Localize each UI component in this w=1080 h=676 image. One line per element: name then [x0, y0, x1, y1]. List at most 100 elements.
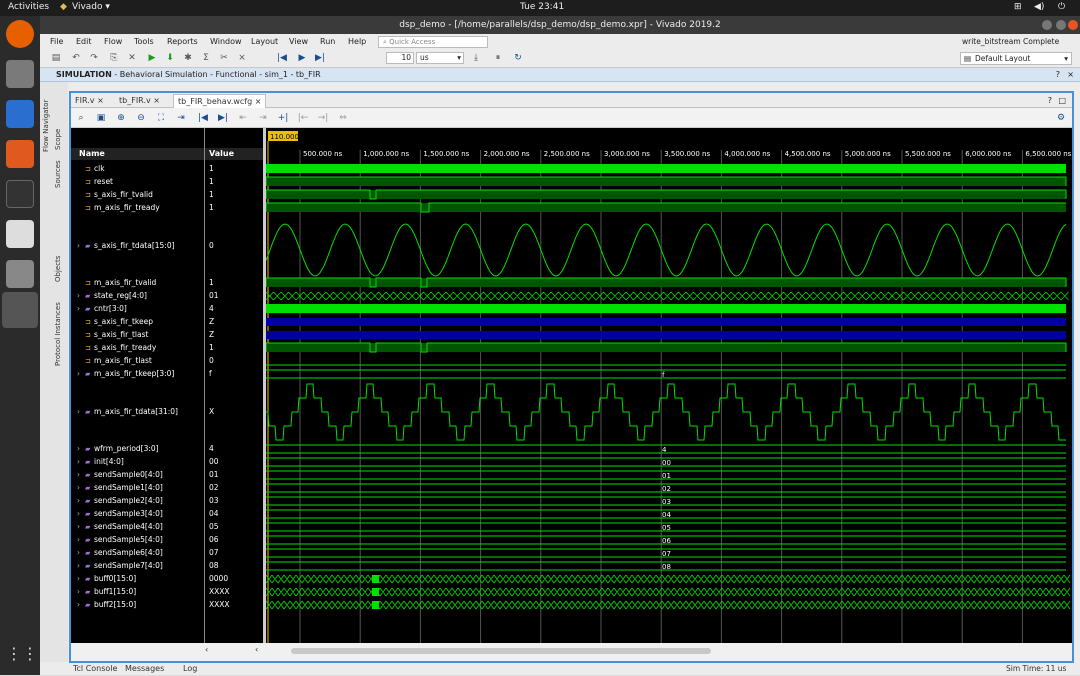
menu-layout[interactable]: Layout: [251, 37, 278, 46]
signal-row[interactable]: › ▰ state_reg[4:0]: [71, 290, 204, 302]
waveform-canvas[interactable]: 500.000 ns 1,000.000 ns 1,500.000 ns 2,000.…: [266, 128, 1072, 643]
expand-icon[interactable]: ›: [77, 508, 85, 520]
pause-icon[interactable]: ⏸: [492, 52, 504, 64]
next-transition-icon[interactable]: ⇥: [257, 112, 269, 124]
signal-row[interactable]: › ▰ s_axis_fir_tdata[15:0]: [71, 240, 204, 252]
scrollbar-thumb[interactable]: [291, 648, 711, 654]
value-header[interactable]: Value: [205, 148, 263, 160]
run-for-icon[interactable]: ▶|: [314, 52, 326, 64]
expand-icon[interactable]: ›: [77, 599, 85, 611]
help-icon[interactable]: ?: [1048, 96, 1052, 105]
signal-row[interactable]: › ▰ buff2[15:0]: [71, 599, 204, 611]
zoom-in-icon[interactable]: ⊕: [115, 112, 127, 124]
name-header[interactable]: Name: [71, 148, 204, 160]
signal-row[interactable]: ⊐ s_axis_fir_tkeep: [71, 316, 204, 328]
menu-help[interactable]: Help: [348, 37, 366, 46]
save-icon[interactable]: ▣: [95, 112, 107, 124]
maximize-panel-icon[interactable]: □: [1058, 96, 1066, 105]
close-icon[interactable]: ×: [153, 96, 160, 105]
expand-icon[interactable]: ›: [77, 547, 85, 559]
menu-view[interactable]: View: [289, 37, 308, 46]
program-icon[interactable]: ⬇: [164, 52, 176, 64]
zoom-fit-icon[interactable]: ⛶: [155, 112, 167, 124]
next-marker-icon[interactable]: →|: [317, 112, 329, 124]
help-icon[interactable]: ?: [1056, 68, 1060, 82]
relaunch-icon[interactable]: ↻: [512, 52, 524, 64]
terminal-icon[interactable]: [6, 180, 34, 208]
redo-icon[interactable]: ↷: [88, 52, 100, 64]
expand-icon[interactable]: ›: [77, 521, 85, 533]
signal-row[interactable]: › ▰ m_axis_fir_tkeep[3:0]: [71, 368, 204, 380]
vivado-dock-icon[interactable]: [2, 292, 38, 328]
signal-row[interactable]: ⊐ s_axis_fir_tready: [71, 342, 204, 354]
scroll-left-icon[interactable]: ‹: [255, 645, 258, 654]
signal-row[interactable]: ⊐ m_axis_fir_tready: [71, 202, 204, 214]
copy-icon[interactable]: ⎘: [108, 52, 120, 64]
clock[interactable]: Tue 23:41: [520, 2, 564, 12]
signal-row[interactable]: › ▰ buff1[15:0]: [71, 586, 204, 598]
signal-row[interactable]: › ▰ sendSample4[4:0]: [71, 521, 204, 533]
cross-icon[interactable]: ⨯: [236, 52, 248, 64]
expand-icon[interactable]: ›: [77, 456, 85, 468]
menu-run[interactable]: Run: [320, 37, 335, 46]
menu-file[interactable]: File: [50, 37, 63, 46]
tab-messages[interactable]: Messages: [121, 664, 168, 673]
tab-fir-v[interactable]: FIR.v ×: [71, 94, 108, 108]
expand-icon[interactable]: ›: [77, 240, 85, 252]
prev-transition-icon[interactable]: ⇤: [237, 112, 249, 124]
signal-row[interactable]: › ▰ buff0[15:0]: [71, 573, 204, 585]
add-marker-icon[interactable]: +|: [277, 112, 289, 124]
expand-icon[interactable]: ›: [77, 443, 85, 455]
restart-icon[interactable]: |◀: [276, 52, 288, 64]
gear-icon[interactable]: ⚙: [1055, 112, 1067, 124]
expand-icon[interactable]: ›: [77, 482, 85, 494]
power-icon[interactable]: ⏻: [1058, 2, 1065, 12]
expand-icon[interactable]: ›: [77, 560, 85, 572]
sum-icon[interactable]: Σ: [200, 52, 212, 64]
scroll-left-icon[interactable]: ‹: [205, 645, 208, 654]
close-button[interactable]: [1068, 20, 1078, 30]
signal-row[interactable]: ⊐ s_axis_fir_tlast: [71, 329, 204, 341]
undo-icon[interactable]: ↶: [70, 52, 82, 64]
camera-icon[interactable]: [6, 220, 34, 248]
autoconnect-icon[interactable]: ✂: [218, 52, 230, 64]
go-to-cursor-icon[interactable]: ⇥: [175, 112, 187, 124]
menu-flow[interactable]: Flow: [104, 37, 122, 46]
expand-icon[interactable]: ›: [77, 586, 85, 598]
prev-marker-icon[interactable]: |←: [297, 112, 309, 124]
minimize-button[interactable]: [1042, 20, 1052, 30]
run-time-input[interactable]: 10: [386, 52, 414, 64]
delete-icon[interactable]: ✕: [126, 52, 138, 64]
expand-icon[interactable]: ›: [77, 469, 85, 481]
signal-row[interactable]: › ▰ wfrm_period[3:0]: [71, 443, 204, 455]
signal-row[interactable]: › ▰ sendSample2[4:0]: [71, 495, 204, 507]
maximize-button[interactable]: [1056, 20, 1066, 30]
run-icon[interactable]: ▶: [146, 52, 158, 64]
menu-tools[interactable]: Tools: [134, 37, 154, 46]
signal-row[interactable]: › ▰ sendSample6[4:0]: [71, 547, 204, 559]
tab-log[interactable]: Log: [179, 664, 201, 673]
signal-row[interactable]: ⊐ reset: [71, 176, 204, 188]
volume-icon[interactable]: ◀): [1034, 2, 1044, 12]
expand-icon[interactable]: ›: [77, 573, 85, 585]
protocol-instances-tab[interactable]: Protocol Instances: [54, 302, 62, 366]
objects-tab[interactable]: Objects: [54, 256, 62, 282]
files-icon[interactable]: [6, 60, 34, 88]
signal-row[interactable]: › ▰ sendSample3[4:0]: [71, 508, 204, 520]
menu-reports[interactable]: Reports: [167, 37, 198, 46]
signal-row[interactable]: › ▰ cntr[3:0]: [71, 303, 204, 315]
run-unit-select[interactable]: us ▾: [416, 52, 464, 64]
sources-tab[interactable]: Sources: [54, 160, 62, 188]
tab-tcl-console[interactable]: Tcl Console: [69, 664, 121, 673]
signal-row[interactable]: ⊐ m_axis_fir_tvalid: [71, 277, 204, 289]
open-icon[interactable]: ▤: [50, 52, 62, 64]
expand-icon[interactable]: ›: [77, 495, 85, 507]
settings-icon[interactable]: ✱: [182, 52, 194, 64]
expand-icon[interactable]: ›: [77, 406, 85, 418]
expand-icon[interactable]: ›: [77, 303, 85, 315]
flow-navigator-tab[interactable]: Flow Navigator: [42, 100, 50, 152]
expand-icon[interactable]: ›: [77, 368, 85, 380]
run-all-icon[interactable]: ▶: [296, 52, 308, 64]
show-apps-icon[interactable]: ⋮⋮: [6, 644, 38, 672]
layout-select[interactable]: ▤ Default Layout ▾: [960, 52, 1072, 65]
